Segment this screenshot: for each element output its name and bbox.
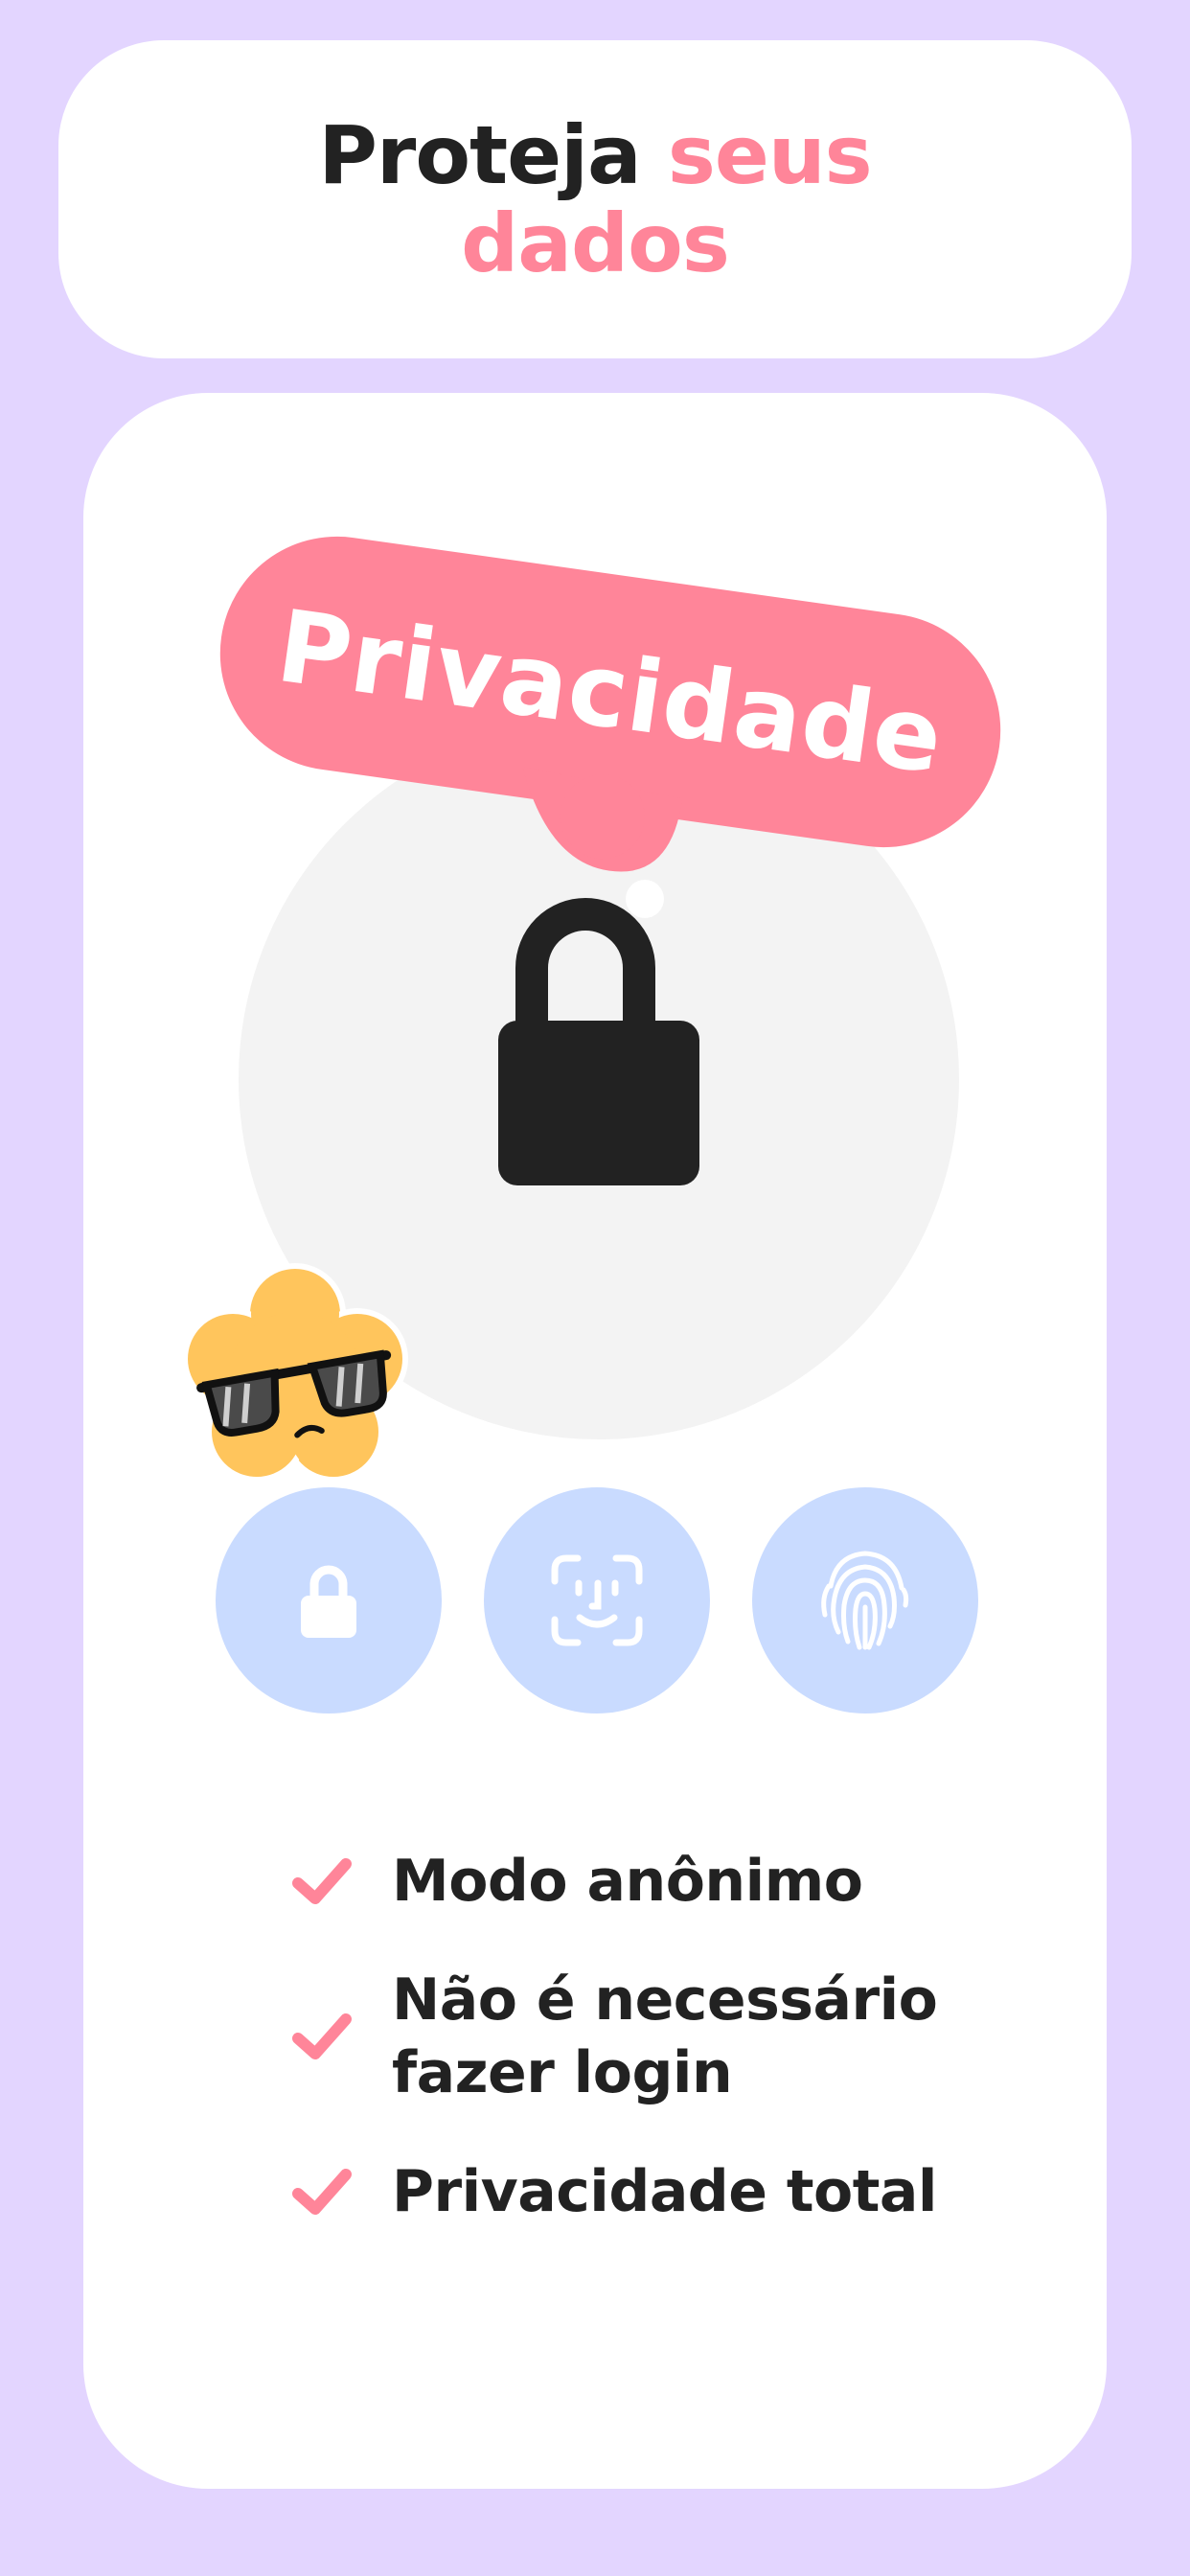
padlock-illustration <box>219 536 1001 1185</box>
checkmark-icon <box>292 2169 352 2215</box>
page-title: Proteja seus dados <box>318 108 873 290</box>
checkmark-icon <box>292 1858 352 1904</box>
checkmark-icon <box>292 2013 352 2059</box>
flower-mascot-icon <box>182 1263 408 1483</box>
title-part-3: dados <box>461 196 730 290</box>
main-card: Privacidade Modo anônimo Não é necessári… <box>83 393 1107 2489</box>
face-id-option-button[interactable] <box>484 1487 710 1714</box>
padlock-shackle <box>515 898 655 1025</box>
lock-icon <box>301 1565 356 1638</box>
feature-label: Modo anônimo <box>392 1848 863 1915</box>
auth-options-row <box>216 1487 982 1717</box>
fingerprint-option-button[interactable] <box>752 1487 978 1714</box>
feature-label-line-1: Não é necessário <box>392 1966 938 2034</box>
feature-label-line-2: fazer login <box>392 2039 733 2106</box>
fingerprint-icon <box>821 1551 909 1650</box>
title-part-2: seus <box>667 108 873 202</box>
feature-list: Modo anônimo Não é necessário fazer logi… <box>292 1845 963 2228</box>
lock-option-button[interactable] <box>216 1487 442 1714</box>
face-id-icon <box>551 1554 643 1646</box>
tag-hole <box>626 880 664 918</box>
title-part-1: Proteja <box>318 108 641 202</box>
padlock-body <box>498 1021 699 1185</box>
feature-item: Modo anônimo <box>292 1845 963 1918</box>
feature-item: Não é necessário fazer login <box>292 1964 963 2109</box>
feature-label: Privacidade total <box>392 2158 937 2225</box>
feature-item: Privacidade total <box>292 2155 963 2228</box>
header-card: Proteja seus dados <box>58 40 1132 358</box>
